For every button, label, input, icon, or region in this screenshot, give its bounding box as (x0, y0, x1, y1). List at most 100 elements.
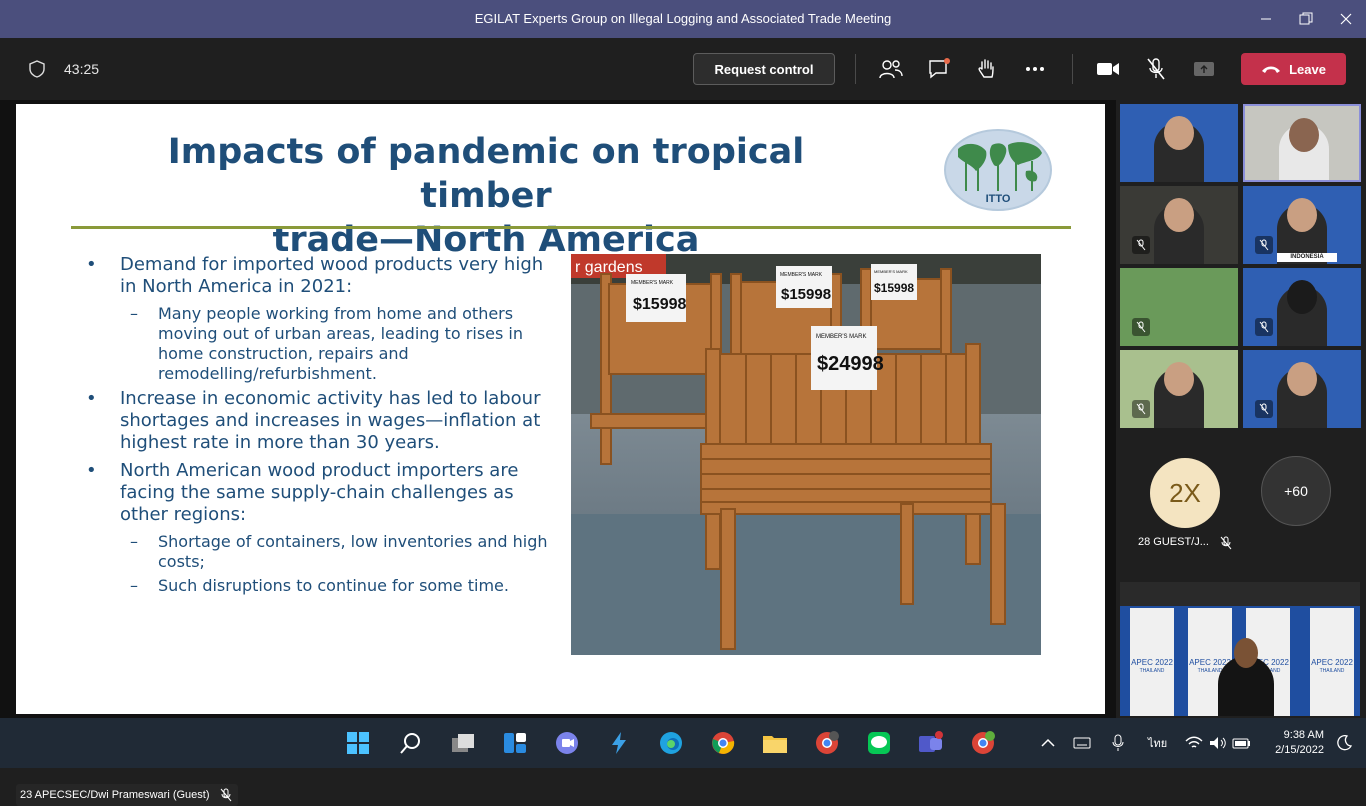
show-hidden-icons-button[interactable] (1034, 729, 1062, 757)
clock-time: 9:38 AM (1283, 729, 1324, 741)
chrome-button[interactable] (709, 729, 737, 757)
more-participants-button[interactable]: +60 (1261, 456, 1331, 526)
sub-bullet-item: Such disruptions to continue for some ti… (86, 576, 556, 596)
presenter-name-label: 23 APECSEC/Dwi Prameswari (Guest) (16, 784, 238, 806)
start-button[interactable] (344, 729, 372, 757)
participant-tile[interactable] (1120, 104, 1238, 182)
sub-bullet-item: Shortage of containers, low inventories … (86, 532, 556, 572)
participant-video (1164, 198, 1194, 232)
itto-logo: ITTO (944, 129, 1052, 211)
bench-illustration: r gardens MEMBER'S MARK $15998 MEMBER'S … (571, 254, 1041, 655)
widgets-button[interactable] (501, 729, 529, 757)
bullet-item: Demand for imported wood products very h… (86, 254, 556, 298)
banner-subtext: THAILAND (1139, 668, 1165, 674)
mic-off-badge (1255, 400, 1273, 418)
participant-tile[interactable] (1120, 186, 1238, 264)
guest-avatar[interactable]: 2X (1150, 458, 1220, 528)
line-app-button[interactable] (865, 729, 893, 757)
toolbar-divider (1072, 54, 1073, 84)
camera-button[interactable] (1094, 55, 1122, 83)
camera-icon (1097, 63, 1119, 75)
banner-text: APEC 2022 (1131, 658, 1173, 667)
line-icon (868, 732, 890, 754)
self-video-tile[interactable]: APEC 2022 THAILAND APEC 2022 THAILAND AP… (1120, 582, 1360, 716)
participants-button[interactable] (877, 55, 905, 83)
keyboard-button[interactable] (1068, 729, 1096, 757)
windows-logo-icon (347, 732, 369, 754)
minimize-icon (1261, 18, 1271, 20)
speaker-icon (1210, 737, 1226, 749)
clock-date: 2/15/2022 (1275, 744, 1324, 756)
price-tag-value: $15998 (874, 281, 914, 295)
mic-button[interactable] (1142, 55, 1170, 83)
phone-hangup-icon (1262, 66, 1281, 73)
battery-button[interactable] (1228, 729, 1256, 757)
moon-icon (1337, 735, 1352, 751)
presenter-head (1234, 638, 1258, 668)
chrome-profile-button[interactable] (813, 729, 841, 757)
share-icon (1194, 62, 1214, 76)
slide-title-line1: Impacts of pandemic on tropical timber (167, 132, 805, 216)
share-button[interactable] (1190, 55, 1218, 83)
lightning-icon (612, 732, 626, 754)
people-icon (879, 60, 903, 79)
shared-screen: Impacts of pandemic on tropical timber t… (0, 100, 1116, 806)
more-options-button[interactable] (1021, 55, 1049, 83)
mic-off-icon (1220, 536, 1232, 550)
guest-name-label: 28 GUEST/J... (1138, 536, 1209, 548)
shield-icon[interactable] (28, 60, 46, 78)
microphone-tray-button[interactable] (1104, 729, 1132, 757)
participant-tile-active[interactable] (1243, 104, 1361, 182)
raise-hand-button[interactable] (973, 55, 1001, 83)
price-tag-label: MEMBER'S MARK (631, 280, 674, 286)
participants-panel: INDONESIA 2X +60 28 GUEST/J... APEC 2022… (1116, 100, 1366, 718)
language-indicator[interactable]: ไทย (1148, 734, 1167, 752)
notification-button[interactable] (1330, 729, 1358, 757)
teams-icon (919, 731, 943, 752)
participant-video (1164, 362, 1194, 396)
task-view-icon (452, 734, 474, 752)
chat-button[interactable] (925, 55, 953, 83)
wifi-icon (1185, 736, 1203, 748)
slide-title: Impacts of pandemic on tropical timber t… (116, 130, 856, 262)
minimize-button[interactable] (1246, 0, 1286, 38)
close-button[interactable] (1326, 0, 1366, 38)
mic-off-icon (1259, 403, 1269, 415)
leave-button[interactable]: Leave (1241, 53, 1346, 85)
presentation-slide: Impacts of pandemic on tropical timber t… (16, 104, 1105, 714)
price-tag-label: MEMBER'S MARK (874, 269, 908, 274)
title-divider (71, 226, 1071, 229)
teams-chat-button[interactable] (553, 729, 581, 757)
chevron-up-icon (1041, 738, 1055, 747)
request-control-button[interactable]: Request control (693, 53, 835, 85)
participant-video (1287, 362, 1317, 396)
file-explorer-button[interactable] (761, 729, 789, 757)
visual-studio-button[interactable] (605, 729, 633, 757)
participant-tile[interactable] (1120, 350, 1238, 428)
meeting-timer: 43:25 (64, 61, 100, 77)
bullet-item: North American wood product importers ar… (86, 460, 556, 526)
participant-tile[interactable] (1120, 268, 1238, 346)
bullet-item: Increase in economic activity has led to… (86, 388, 556, 454)
maximize-button[interactable] (1286, 0, 1326, 38)
mic-off-icon (1259, 239, 1269, 251)
mic-off-icon (1136, 239, 1146, 251)
chat-icon (929, 58, 950, 79)
participant-tile[interactable] (1243, 268, 1361, 346)
participant-tile[interactable] (1243, 350, 1361, 428)
participant-video (1289, 118, 1319, 152)
task-view-button[interactable] (449, 729, 477, 757)
participant-tile[interactable]: INDONESIA (1243, 186, 1361, 264)
hand-icon (978, 59, 994, 78)
price-tag-label: MEMBER'S MARK (816, 334, 866, 340)
teams-button[interactable] (917, 729, 945, 757)
chrome-profile-2-button[interactable] (969, 729, 997, 757)
world-map-icon (958, 142, 1042, 191)
mic-off-icon (1136, 321, 1146, 333)
title-bar: EGILAT Experts Group on Illegal Logging … (0, 0, 1366, 38)
microphone-icon (1112, 734, 1124, 751)
clock[interactable]: 9:38 AM 2/15/2022 (1262, 728, 1324, 758)
edge-button[interactable] (657, 729, 685, 757)
apec-banner: APEC 2022 THAILAND (1310, 608, 1354, 716)
search-button[interactable] (397, 729, 425, 757)
